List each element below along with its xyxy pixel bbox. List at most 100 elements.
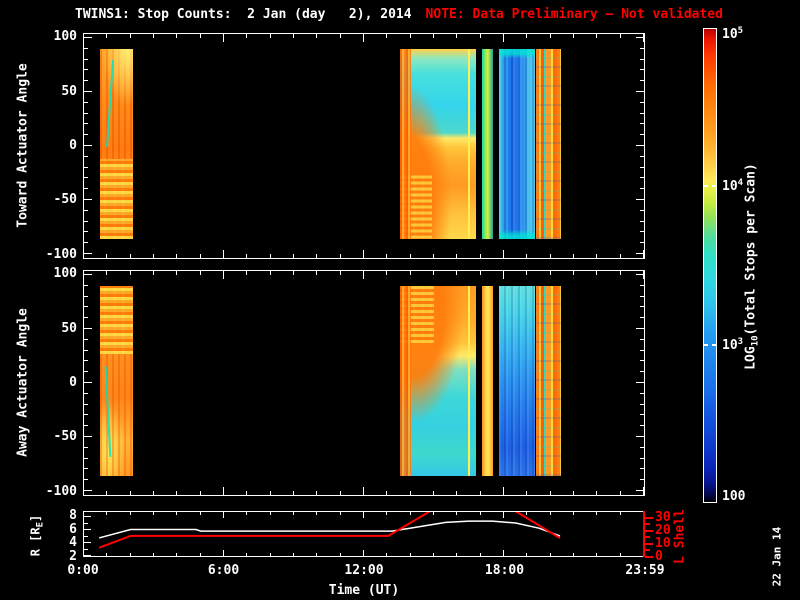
ephemeris-lines [84, 512, 644, 556]
plot-title-note: NOTE: Data Preliminary – Not validated [425, 7, 723, 22]
x-tick [619, 34, 621, 38]
y-axis-label-away: Away Actuator Angle [15, 308, 31, 457]
x-tick [316, 271, 318, 275]
colorbar-tick-base: 10 [722, 179, 738, 195]
colorbar-tick-base: 10 [722, 27, 738, 42]
x-tick [293, 254, 294, 258]
x-tick [176, 271, 178, 275]
x-tick [199, 491, 201, 495]
x-tick [619, 271, 621, 275]
y-tick [84, 284, 88, 286]
x-tick [106, 491, 108, 495]
l-shell-tick [645, 536, 650, 539]
x-tick [573, 271, 574, 275]
x-tick [479, 271, 481, 275]
y-tick [84, 371, 88, 373]
l-shell-tick [645, 549, 650, 552]
x-tick [339, 271, 341, 275]
x-tick [573, 254, 574, 258]
x-tick [153, 254, 154, 258]
y-tick [84, 360, 88, 362]
x-tick [456, 491, 458, 495]
y-tick [84, 425, 88, 427]
x-tick [106, 34, 108, 38]
spectrogram-panel-toward [83, 33, 645, 259]
x-tick [386, 491, 388, 495]
x-tick [573, 491, 574, 495]
y-tick [636, 490, 644, 491]
l-shell-tick [645, 556, 653, 558]
plot-title: TWINS1: Stop Counts: 2 Jan (day 2), 2014… [75, 7, 723, 22]
l-shell-tick [645, 523, 650, 526]
y-tick [640, 338, 644, 340]
y-tick [84, 253, 92, 254]
x-tick [246, 491, 248, 495]
x-tick [246, 34, 248, 38]
x-tick [596, 491, 598, 495]
y-tick [640, 468, 644, 470]
y-tick [84, 327, 92, 329]
x-tick [479, 254, 481, 258]
y-tick [84, 155, 88, 157]
x-tick [339, 491, 341, 495]
y-tick [84, 242, 88, 244]
colorbar-tick [712, 343, 716, 346]
x-tick [549, 254, 551, 258]
x-tick [199, 34, 201, 38]
x-tick [129, 34, 131, 38]
plot-title-text: TWINS1: Stop Counts: 2 Jan (day 2), 2014 [75, 7, 412, 22]
y-tick [640, 360, 644, 362]
y-tick [84, 58, 88, 60]
y-tick [640, 177, 644, 179]
x-tick [386, 254, 388, 258]
y-tick [84, 479, 88, 481]
y-tick-label: -100 [45, 483, 77, 499]
x-tick [503, 271, 504, 279]
x-tick [409, 491, 411, 495]
y-tick [640, 134, 644, 136]
y-tick [636, 382, 644, 383]
y-tick [640, 392, 644, 394]
y-tick [84, 47, 88, 49]
y-tick [84, 80, 88, 82]
y-tick [640, 284, 644, 286]
x-tick [106, 254, 108, 258]
x-tick [386, 34, 388, 38]
colorbar-tick-label: 104 [722, 178, 766, 194]
x-tick [269, 254, 271, 258]
x-tick [386, 271, 388, 275]
x-tick [596, 271, 598, 275]
y-tick [84, 306, 88, 308]
x-tick [223, 271, 224, 279]
y-tick-label: 100 [53, 29, 77, 45]
heatmap-block [535, 285, 562, 476]
x-tick [643, 271, 644, 279]
y-tick [636, 436, 644, 437]
x-tick [199, 254, 201, 258]
x-tick [223, 250, 224, 258]
x-tick [479, 491, 481, 495]
x-tick [526, 254, 528, 258]
y-tick [636, 36, 644, 38]
x-tick [409, 34, 411, 38]
x-tick [339, 34, 341, 38]
y-tick [640, 306, 644, 308]
colorbar-tick-label: 103 [722, 337, 766, 353]
heatmap-block [499, 285, 536, 476]
x-tick [549, 34, 551, 38]
x-tick [83, 34, 84, 42]
x-tick [129, 271, 131, 275]
x-tick [129, 491, 131, 495]
y-axis-label-toward: Toward Actuator Angle [15, 63, 31, 228]
r-label-prefix: R [R [28, 527, 43, 557]
y-tick [84, 317, 88, 319]
y-tick [84, 382, 92, 383]
y-tick [640, 101, 644, 103]
colorbar-tick [712, 185, 716, 188]
x-tick [526, 271, 528, 275]
x-tick [83, 487, 84, 495]
x-tick [363, 250, 364, 258]
y-tick [640, 188, 644, 190]
y-tick [84, 69, 88, 71]
x-tick [409, 271, 411, 275]
